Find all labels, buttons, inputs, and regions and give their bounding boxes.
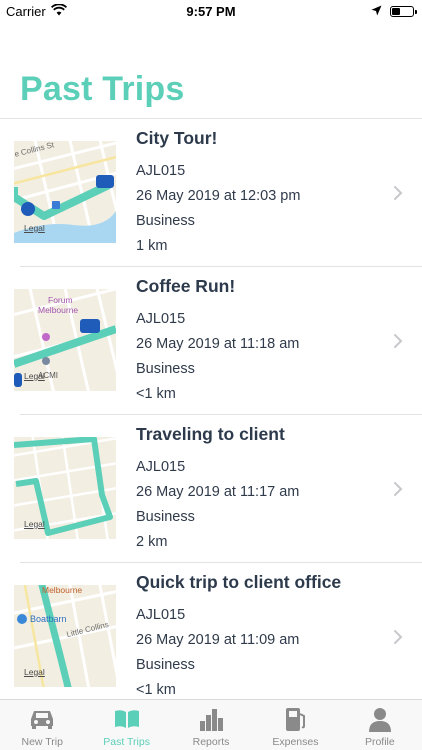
map-place-label: Boatbarn xyxy=(30,614,67,624)
trip-details: Coffee Run! AJL015 26 May 2019 at 11:18 … xyxy=(136,275,299,407)
trip-vehicle: AJL015 xyxy=(136,163,186,179)
map-place-label: Melbourne xyxy=(42,585,83,595)
trip-distance: <1 km xyxy=(136,386,176,402)
car-icon xyxy=(27,705,57,733)
trip-category: Business xyxy=(136,213,195,229)
page-title: Past Trips xyxy=(20,70,185,108)
status-bar: Carrier 9:57 PM xyxy=(0,0,422,24)
tab-reports[interactable]: Reports xyxy=(169,700,253,750)
book-icon xyxy=(112,705,142,733)
status-time: 9:57 PM xyxy=(186,4,236,19)
trip-row[interactable]: Legal Traveling to client AJL015 26 May … xyxy=(0,415,422,563)
tab-label: Profile xyxy=(364,736,395,748)
tab-label: Expenses xyxy=(272,736,319,748)
status-right xyxy=(371,4,417,19)
trip-distance: 2 km xyxy=(136,534,168,550)
tab-label: Reports xyxy=(192,736,230,748)
map-legal-label: Legal xyxy=(24,519,45,529)
trip-row[interactable]: Forum Melbourne ACMI Legal Coffee Run! A… xyxy=(0,267,422,415)
chevron-right-icon xyxy=(392,331,404,351)
location-arrow-icon xyxy=(371,4,382,19)
trip-details: Traveling to client AJL015 26 May 2019 a… xyxy=(136,423,299,555)
chevron-right-icon xyxy=(392,183,404,203)
tab-label: Past Trips xyxy=(103,736,150,748)
tab-past-trips[interactable]: Past Trips xyxy=(84,700,168,750)
map-place-label: Melbourne xyxy=(38,305,79,315)
trip-map-thumbnail: e Collins St Legal xyxy=(14,141,116,243)
tab-label: New Trip xyxy=(21,736,63,748)
trip-title: Traveling to client xyxy=(136,424,285,444)
fuel-pump-icon xyxy=(280,705,310,733)
trip-title: Coffee Run! xyxy=(136,276,236,296)
map-place-label: Forum xyxy=(48,295,73,305)
trip-details: Quick trip to client office AJL015 26 Ma… xyxy=(136,571,341,703)
tab-expenses[interactable]: Expenses xyxy=(253,700,337,750)
trip-datetime: 26 May 2019 at 11:09 am xyxy=(136,632,300,648)
map-legal-label: Legal xyxy=(24,667,45,677)
trip-distance: 1 km xyxy=(136,238,168,254)
map-legal-label: Legal xyxy=(24,223,45,233)
trip-vehicle: AJL015 xyxy=(136,311,186,327)
trip-vehicle: AJL015 xyxy=(136,459,186,475)
tab-new-trip[interactable]: New Trip xyxy=(0,700,84,750)
trip-list: e Collins St Legal City Tour! AJL015 26 … xyxy=(0,119,422,711)
map-legal-label: Legal xyxy=(24,371,45,381)
tab-bar: New Trip Past Trips Reports Expenses Pro… xyxy=(0,699,422,750)
trip-category: Business xyxy=(136,509,195,525)
trip-row[interactable]: Melbourne Boatbarn Little Collins Legal … xyxy=(0,563,422,711)
trip-datetime: 26 May 2019 at 11:17 am xyxy=(136,484,300,500)
trip-map-thumbnail: Forum Melbourne ACMI Legal xyxy=(14,289,116,391)
trip-map-thumbnail: Melbourne Boatbarn Little Collins Legal xyxy=(14,585,116,687)
battery-icon xyxy=(390,6,417,17)
trip-datetime: 26 May 2019 at 11:18 am xyxy=(136,336,300,352)
trip-category: Business xyxy=(136,361,195,377)
trip-map-thumbnail: Legal xyxy=(14,437,116,539)
trip-category: Business xyxy=(136,657,195,673)
chevron-right-icon xyxy=(392,627,404,647)
trip-row[interactable]: e Collins St Legal City Tour! AJL015 26 … xyxy=(0,119,422,267)
trip-datetime: 26 May 2019 at 12:03 pm xyxy=(136,188,301,204)
trip-title: City Tour! xyxy=(136,128,218,148)
trip-details: City Tour! AJL015 26 May 2019 at 12:03 p… xyxy=(136,127,300,259)
tab-profile[interactable]: Profile xyxy=(338,700,422,750)
trip-title: Quick trip to client office xyxy=(136,572,342,592)
trip-vehicle: AJL015 xyxy=(136,607,186,623)
chevron-right-icon xyxy=(392,479,404,499)
bar-chart-icon xyxy=(196,705,226,733)
person-icon xyxy=(365,705,395,733)
